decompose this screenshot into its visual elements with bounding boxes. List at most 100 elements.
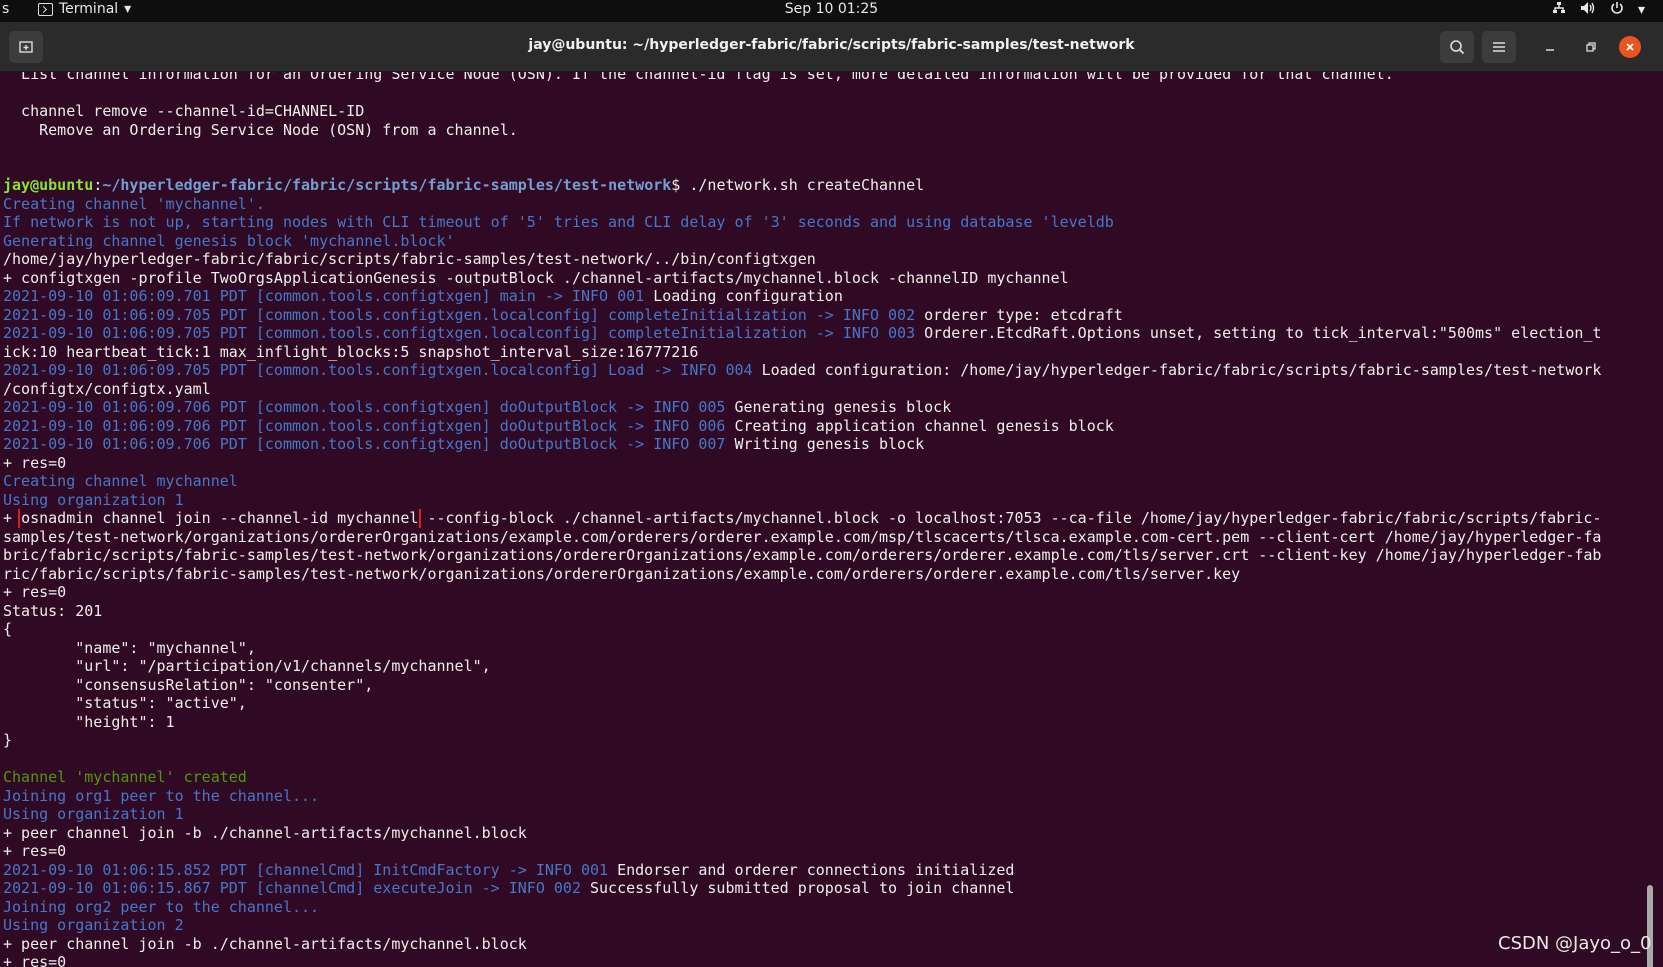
line-text: Channel 'mychannel' created — [3, 768, 247, 786]
line-text: Using organization 2 — [3, 916, 184, 934]
terminal-line: 2021-09-10 01:06:09.705 PDT [common.tool… — [3, 324, 1643, 343]
line-text: { — [3, 620, 13, 638]
terminal-line: "url": "/participation/v1/channels/mycha… — [3, 657, 1643, 676]
line-text: "url": "/participation/v1/channels/mycha… — [3, 657, 491, 675]
line-text: + res=0 — [3, 453, 67, 472]
scrollbar-thumb[interactable] — [1647, 885, 1653, 967]
minimize-button[interactable] — [1537, 34, 1563, 60]
window-title-bar: jay@ubuntu: ~/hyperledger-fabric/fabric/… — [0, 22, 1663, 72]
line-text: Remove an Ordering Service Node (OSN) fr… — [3, 120, 518, 139]
line-text: + res=0 — [3, 842, 67, 860]
line-text: /configtx/configtx.yaml — [3, 379, 211, 398]
chevron-down-icon: ▾ — [124, 1, 132, 17]
line-text: channel remove --channel-id=CHANNEL-ID — [3, 102, 365, 120]
new-tab-button[interactable] — [9, 31, 43, 63]
line-text: Generating channel genesis block 'mychan… — [3, 231, 455, 250]
terminal-line: Generating channel genesis block 'mychan… — [3, 232, 1643, 251]
line-text: ric/fabric/scripts/fabric-samples/test-n… — [3, 564, 1241, 583]
log-message: Loading configuration — [644, 287, 843, 305]
terminal-line: Using organization 1 — [3, 805, 1643, 824]
terminal-icon — [38, 2, 53, 16]
search-icon — [1450, 40, 1465, 55]
terminal-line: "name": "mychannel", — [3, 639, 1643, 658]
log-prefix: 2021-09-10 01:06:15.852 PDT [channelCmd]… — [3, 860, 609, 879]
terminal-line: 2021-09-10 01:06:15.852 PDT [channelCmd]… — [3, 861, 1643, 880]
line-text: "status": "active", — [3, 694, 247, 712]
terminal-line: + peer channel join -b ./channel-artifac… — [3, 935, 1643, 954]
terminal-line: bric/fabric/scripts/fabric-samples/test-… — [3, 546, 1643, 565]
line-text: bric/fabric/scripts/fabric-samples/test-… — [3, 546, 1602, 564]
close-button[interactable] — [1619, 36, 1641, 58]
prompt-user: jay@ubuntu — [3, 176, 94, 194]
terminal-line: + configtxgen -profile TwoOrgsApplicatio… — [3, 269, 1643, 288]
prompt-separator: : — [93, 176, 103, 194]
line-text: samples/test-network/organizations/order… — [3, 527, 1602, 546]
terminal-line: 2021-09-10 01:06:09.705 PDT [common.tool… — [3, 306, 1643, 325]
terminal-line: } — [3, 731, 1643, 750]
line-text: "height": 1 — [3, 712, 175, 731]
log-message: Creating application channel genesis blo… — [725, 416, 1114, 435]
volume-icon — [1580, 1, 1596, 19]
log-prefix: 2021-09-10 01:06:09.701 PDT [common.tool… — [3, 287, 645, 305]
terminal-line: 2021-09-10 01:06:09.701 PDT [common.tool… — [3, 287, 1643, 306]
log-prefix: 2021-09-10 01:06:09.706 PDT [common.tool… — [3, 435, 726, 453]
hamburger-icon — [1493, 42, 1505, 52]
line-text: Joining org2 peer to the channel... — [3, 897, 320, 916]
log-prefix: 2021-09-10 01:06:09.705 PDT [common.tool… — [3, 305, 916, 324]
terminal-line: "consensusRelation": "consenter", — [3, 676, 1643, 695]
app-name: Terminal — [59, 1, 119, 17]
line-text: + — [3, 509, 22, 527]
terminal-line: Creating channel 'mychannel'. — [3, 195, 1643, 214]
terminal-line: Using organization 2 — [3, 916, 1643, 935]
terminal-line: + res=0 — [3, 454, 1643, 473]
terminal-line: jay@ubuntu:~/hyperledger-fabric/fabric/s… — [3, 176, 1643, 195]
terminal-line: "height": 1 — [3, 713, 1643, 732]
log-prefix: 2021-09-10 01:06:09.705 PDT [common.tool… — [3, 361, 753, 379]
topbar-edge-text: s — [2, 1, 10, 17]
terminal-line: If network is not up, starting nodes wit… — [3, 213, 1643, 232]
power-icon — [1610, 1, 1624, 19]
terminal-line: + res=0 — [3, 583, 1643, 602]
line-text: + res=0 — [3, 953, 67, 967]
clock[interactable]: Sep 10 01:25 — [0, 1, 1663, 17]
line-text: + peer channel join -b ./channel-artifac… — [3, 934, 527, 953]
terminal-output[interactable]: List channel information for an Ordering… — [0, 72, 1663, 967]
highlighted-command: osnadmin channel join --channel-id mycha… — [18, 509, 422, 528]
terminal-line: ick:10 heartbeat_tick:1 max_inflight_blo… — [3, 343, 1643, 362]
terminal-line: Using organization 1 — [3, 491, 1643, 510]
terminal-line: /configtx/configtx.yaml — [3, 380, 1643, 399]
line-text: Joining org1 peer to the channel... — [3, 786, 320, 805]
log-prefix: 2021-09-10 01:06:09.705 PDT [common.tool… — [3, 324, 916, 342]
system-tray[interactable]: ▾ — [1552, 1, 1645, 19]
line-text: If network is not up, starting nodes wit… — [3, 213, 1114, 231]
terminal-line: channel remove --channel-id=CHANNEL-ID — [3, 102, 1643, 121]
line-text: "consensusRelation": "consenter", — [3, 675, 374, 694]
terminal-line: Remove an Ordering Service Node (OSN) fr… — [3, 121, 1643, 140]
line-text: Status: 201 — [3, 601, 103, 620]
window-title: jay@ubuntu: ~/hyperledger-fabric/fabric/… — [528, 37, 1135, 53]
terminal-line: ric/fabric/scripts/fabric-samples/test-n… — [3, 565, 1643, 584]
terminal-line: + osnadmin channel join --channel-id myc… — [3, 509, 1643, 528]
maximize-button[interactable] — [1578, 34, 1604, 60]
log-prefix: 2021-09-10 01:06:15.867 PDT [channelCmd]… — [3, 879, 581, 897]
terminal-line: 2021-09-10 01:06:09.706 PDT [common.tool… — [3, 435, 1643, 454]
line-text: + configtxgen -profile TwoOrgsApplicatio… — [3, 268, 1069, 287]
line-text: List channel information for an Ordering… — [3, 72, 1394, 83]
new-tab-icon — [19, 41, 33, 53]
log-message: orderer type: etcdraft — [915, 305, 1123, 324]
log-message: Loaded configuration: /home/jay/hyperled… — [752, 361, 1602, 379]
terminal-line: 2021-09-10 01:06:15.867 PDT [channelCmd]… — [3, 879, 1643, 898]
terminal-line: Status: 201 — [3, 602, 1643, 621]
line-text: } — [3, 731, 13, 749]
log-message: Successfully submitted proposal to join … — [580, 879, 1015, 897]
app-menu[interactable]: Terminal ▾ — [38, 1, 131, 17]
hamburger-menu-button[interactable] — [1482, 31, 1516, 63]
terminal-line: Creating channel mychannel — [3, 472, 1643, 491]
network-icon — [1552, 1, 1566, 19]
search-button[interactable] — [1440, 31, 1474, 63]
line-text: Using organization 1 — [3, 490, 184, 509]
terminal-line: Joining org2 peer to the channel... — [3, 898, 1643, 917]
terminal-line: "status": "active", — [3, 694, 1643, 713]
